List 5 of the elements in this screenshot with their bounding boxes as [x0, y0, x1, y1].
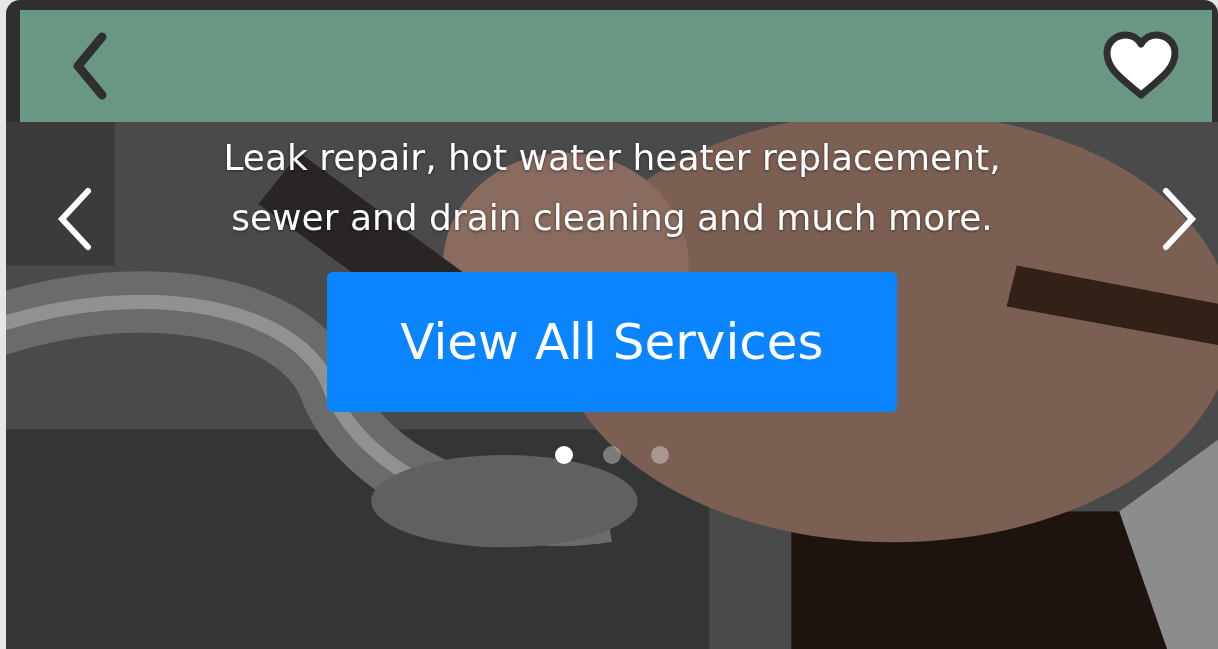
heart-icon[interactable] [1102, 31, 1180, 101]
carousel-dot[interactable] [651, 446, 669, 464]
carousel-dot[interactable] [603, 446, 621, 464]
view-services-button[interactable]: View All Services [327, 272, 897, 412]
slide-text: Leak repair, hot water heater replacement, sewer and drain cleaning and much more. [222, 136, 1002, 240]
